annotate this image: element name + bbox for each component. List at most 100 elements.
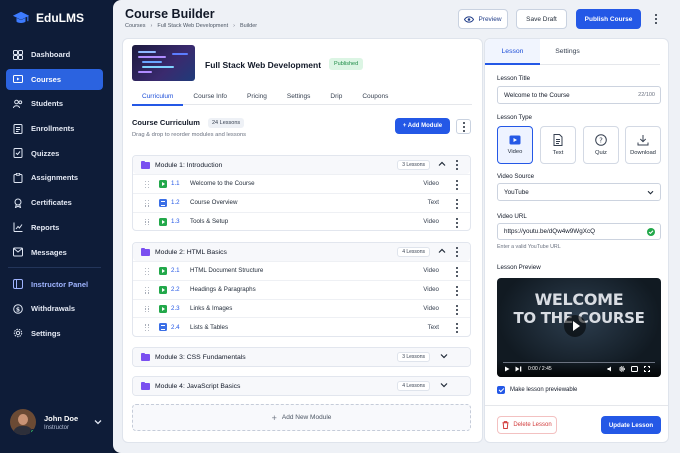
tab-lesson[interactable]: Lesson bbox=[485, 39, 540, 65]
delete-lesson-button[interactable]: Delete Lesson bbox=[497, 416, 557, 434]
sidebar-item-students[interactable]: Students bbox=[6, 93, 103, 114]
curriculum-more-button[interactable] bbox=[456, 119, 471, 134]
play-small-icon[interactable] bbox=[504, 366, 510, 372]
lesson-row[interactable]: 2.1 HTML Document Structure Video bbox=[133, 261, 470, 280]
tab-lesson-settings[interactable]: Settings bbox=[540, 39, 595, 64]
drag-handle-icon[interactable] bbox=[145, 181, 149, 188]
lesson-row[interactable]: 2.2 Headings & Paragraphs Video bbox=[133, 279, 470, 299]
module-header[interactable]: Module 4: JavaScript Basics 4 Lessons bbox=[133, 377, 470, 395]
sidebar-item-enrollments[interactable]: Enrollments bbox=[6, 118, 103, 139]
lesson-title-input[interactable]: Welcome to the Course 22/100 bbox=[497, 86, 661, 104]
lesson-row[interactable]: 2.4 Lists & Tables Text bbox=[133, 317, 470, 336]
lesson-row[interactable]: 1.3 Tools & Setup Video bbox=[133, 211, 470, 231]
sidebar-item-courses[interactable]: Courses bbox=[6, 68, 103, 90]
more-options-icon[interactable] bbox=[452, 321, 462, 335]
sidebar-item-settings[interactable]: Settings bbox=[6, 323, 103, 344]
tab-curriculum[interactable]: Curriculum bbox=[132, 87, 184, 106]
chevron-up-icon[interactable] bbox=[438, 248, 446, 254]
save-draft-button[interactable]: Save Draft bbox=[516, 9, 567, 29]
tab-settings[interactable]: Settings bbox=[277, 87, 321, 105]
add-new-module-button[interactable]: + Add New Module bbox=[132, 404, 471, 431]
breadcrumb-item-courses[interactable]: Courses bbox=[125, 23, 145, 29]
sidebar-item-label: Enrollments bbox=[31, 124, 75, 134]
module-header[interactable]: Module 2: HTML Basics 4 Lessons bbox=[133, 243, 470, 261]
lesson-row[interactable]: 2.3 Links & Images Video bbox=[133, 298, 470, 318]
lesson-type-text[interactable]: Text bbox=[540, 126, 576, 164]
page-title: Course Builder bbox=[125, 7, 215, 21]
lesson-type: Text bbox=[427, 323, 439, 331]
more-options-icon[interactable] bbox=[651, 12, 661, 26]
module-header[interactable]: Module 1: Introduction 3 Lessons bbox=[133, 156, 470, 174]
video-lesson-icon bbox=[159, 180, 167, 188]
video-url-hint: Enter a valid YouTube URL bbox=[497, 244, 561, 250]
more-options-icon[interactable] bbox=[452, 284, 462, 298]
drag-handle-icon[interactable] bbox=[145, 218, 149, 226]
add-module-button[interactable]: + Add Module bbox=[395, 118, 450, 134]
fullscreen-icon[interactable] bbox=[644, 366, 650, 372]
lesson-number: 1.1 bbox=[171, 180, 180, 188]
chevron-down-icon bbox=[647, 190, 654, 195]
play-icon[interactable] bbox=[564, 315, 586, 337]
video-preview[interactable]: WELCOME TO THE COURSE 0:00 / 2:45 bbox=[497, 278, 661, 377]
tab-course-info[interactable]: Course Info bbox=[183, 87, 237, 105]
user-menu[interactable]: John Doe Instructor bbox=[10, 409, 102, 435]
drag-handle-icon[interactable] bbox=[145, 199, 149, 207]
more-options-icon[interactable] bbox=[452, 216, 462, 230]
drag-handle-icon[interactable] bbox=[145, 324, 149, 332]
gear-icon[interactable] bbox=[619, 366, 625, 372]
folder-icon bbox=[141, 247, 150, 256]
sidebar-item-messages[interactable]: Messages bbox=[6, 242, 103, 263]
preview-button[interactable]: Preview bbox=[458, 9, 508, 29]
previewable-checkbox-row[interactable]: Make lesson previewable bbox=[497, 386, 577, 394]
lesson-name: Tools & Setup bbox=[190, 217, 229, 225]
char-counter: 22/100 bbox=[638, 92, 655, 98]
panel-divider bbox=[485, 405, 668, 406]
sidebar-item-reports[interactable]: Reports bbox=[6, 217, 103, 238]
publish-course-button[interactable]: Publish Course bbox=[576, 9, 641, 29]
chevron-up-icon[interactable] bbox=[438, 161, 446, 167]
volume-icon[interactable] bbox=[607, 366, 613, 372]
lesson-type: Video bbox=[423, 286, 439, 294]
chevron-down-icon[interactable] bbox=[94, 419, 102, 425]
more-options-icon[interactable] bbox=[452, 245, 462, 259]
lesson-type-video[interactable]: Video bbox=[497, 126, 533, 164]
lesson-type-quiz[interactable]: ? Quiz bbox=[583, 126, 619, 164]
drag-handle-icon[interactable] bbox=[145, 268, 149, 275]
captions-icon[interactable] bbox=[631, 366, 638, 372]
main-content: Course Builder Courses › Full Stack Web … bbox=[113, 0, 680, 453]
lesson-type-download[interactable]: Download bbox=[625, 126, 661, 164]
video-progress-bar[interactable] bbox=[503, 361, 655, 363]
video-source-select[interactable]: YouTube bbox=[497, 183, 661, 201]
more-options-icon[interactable] bbox=[452, 178, 462, 192]
tab-drip[interactable]: Drip bbox=[320, 87, 352, 105]
drag-handle-icon[interactable] bbox=[145, 286, 149, 294]
sidebar-item-withdrawals[interactable]: $ Withdrawals bbox=[6, 298, 103, 319]
module-header[interactable]: Module 3: CSS Fundamentals 3 Lessons bbox=[133, 348, 470, 366]
breadcrumb-item-course[interactable]: Full Stack Web Development bbox=[157, 23, 228, 29]
more-options-icon[interactable] bbox=[452, 158, 462, 172]
more-options-icon[interactable] bbox=[452, 265, 462, 279]
sidebar-item-instructor-panel[interactable]: Instructor Panel bbox=[6, 274, 103, 295]
sidebar-item-dashboard[interactable]: Dashboard bbox=[6, 44, 103, 65]
skip-forward-icon[interactable] bbox=[515, 366, 522, 372]
drag-handle-icon[interactable] bbox=[145, 305, 149, 313]
more-options-icon[interactable] bbox=[452, 197, 462, 211]
lesson-type: Video bbox=[423, 304, 439, 312]
lesson-row[interactable]: 1.2 Course Overview Text bbox=[133, 192, 470, 212]
chevron-down-icon[interactable] bbox=[440, 353, 448, 359]
tab-coupons[interactable]: Coupons bbox=[352, 87, 398, 105]
update-lesson-label: Update Lesson bbox=[608, 421, 654, 429]
chevron-down-icon[interactable] bbox=[440, 382, 448, 388]
type-label: Text bbox=[552, 150, 564, 156]
more-options-icon[interactable] bbox=[452, 303, 462, 317]
previewable-checkbox[interactable] bbox=[497, 386, 505, 394]
update-lesson-button[interactable]: Update Lesson bbox=[601, 416, 661, 434]
sidebar-item-quizzes[interactable]: Quizzes bbox=[6, 143, 103, 164]
lesson-row[interactable]: 1.1 Welcome to the Course Video bbox=[133, 174, 470, 193]
tab-pricing[interactable]: Pricing bbox=[237, 87, 277, 105]
brand[interactable]: EduLMS bbox=[12, 9, 84, 27]
video-url-input[interactable]: https://youtu.be/dQw4w9WgXcQ bbox=[497, 223, 661, 240]
sidebar-item-certificates[interactable]: Certificates bbox=[6, 192, 103, 213]
curriculum-title: Course Curriculum bbox=[132, 118, 200, 127]
sidebar-item-assignments[interactable]: Assignments bbox=[6, 167, 103, 188]
